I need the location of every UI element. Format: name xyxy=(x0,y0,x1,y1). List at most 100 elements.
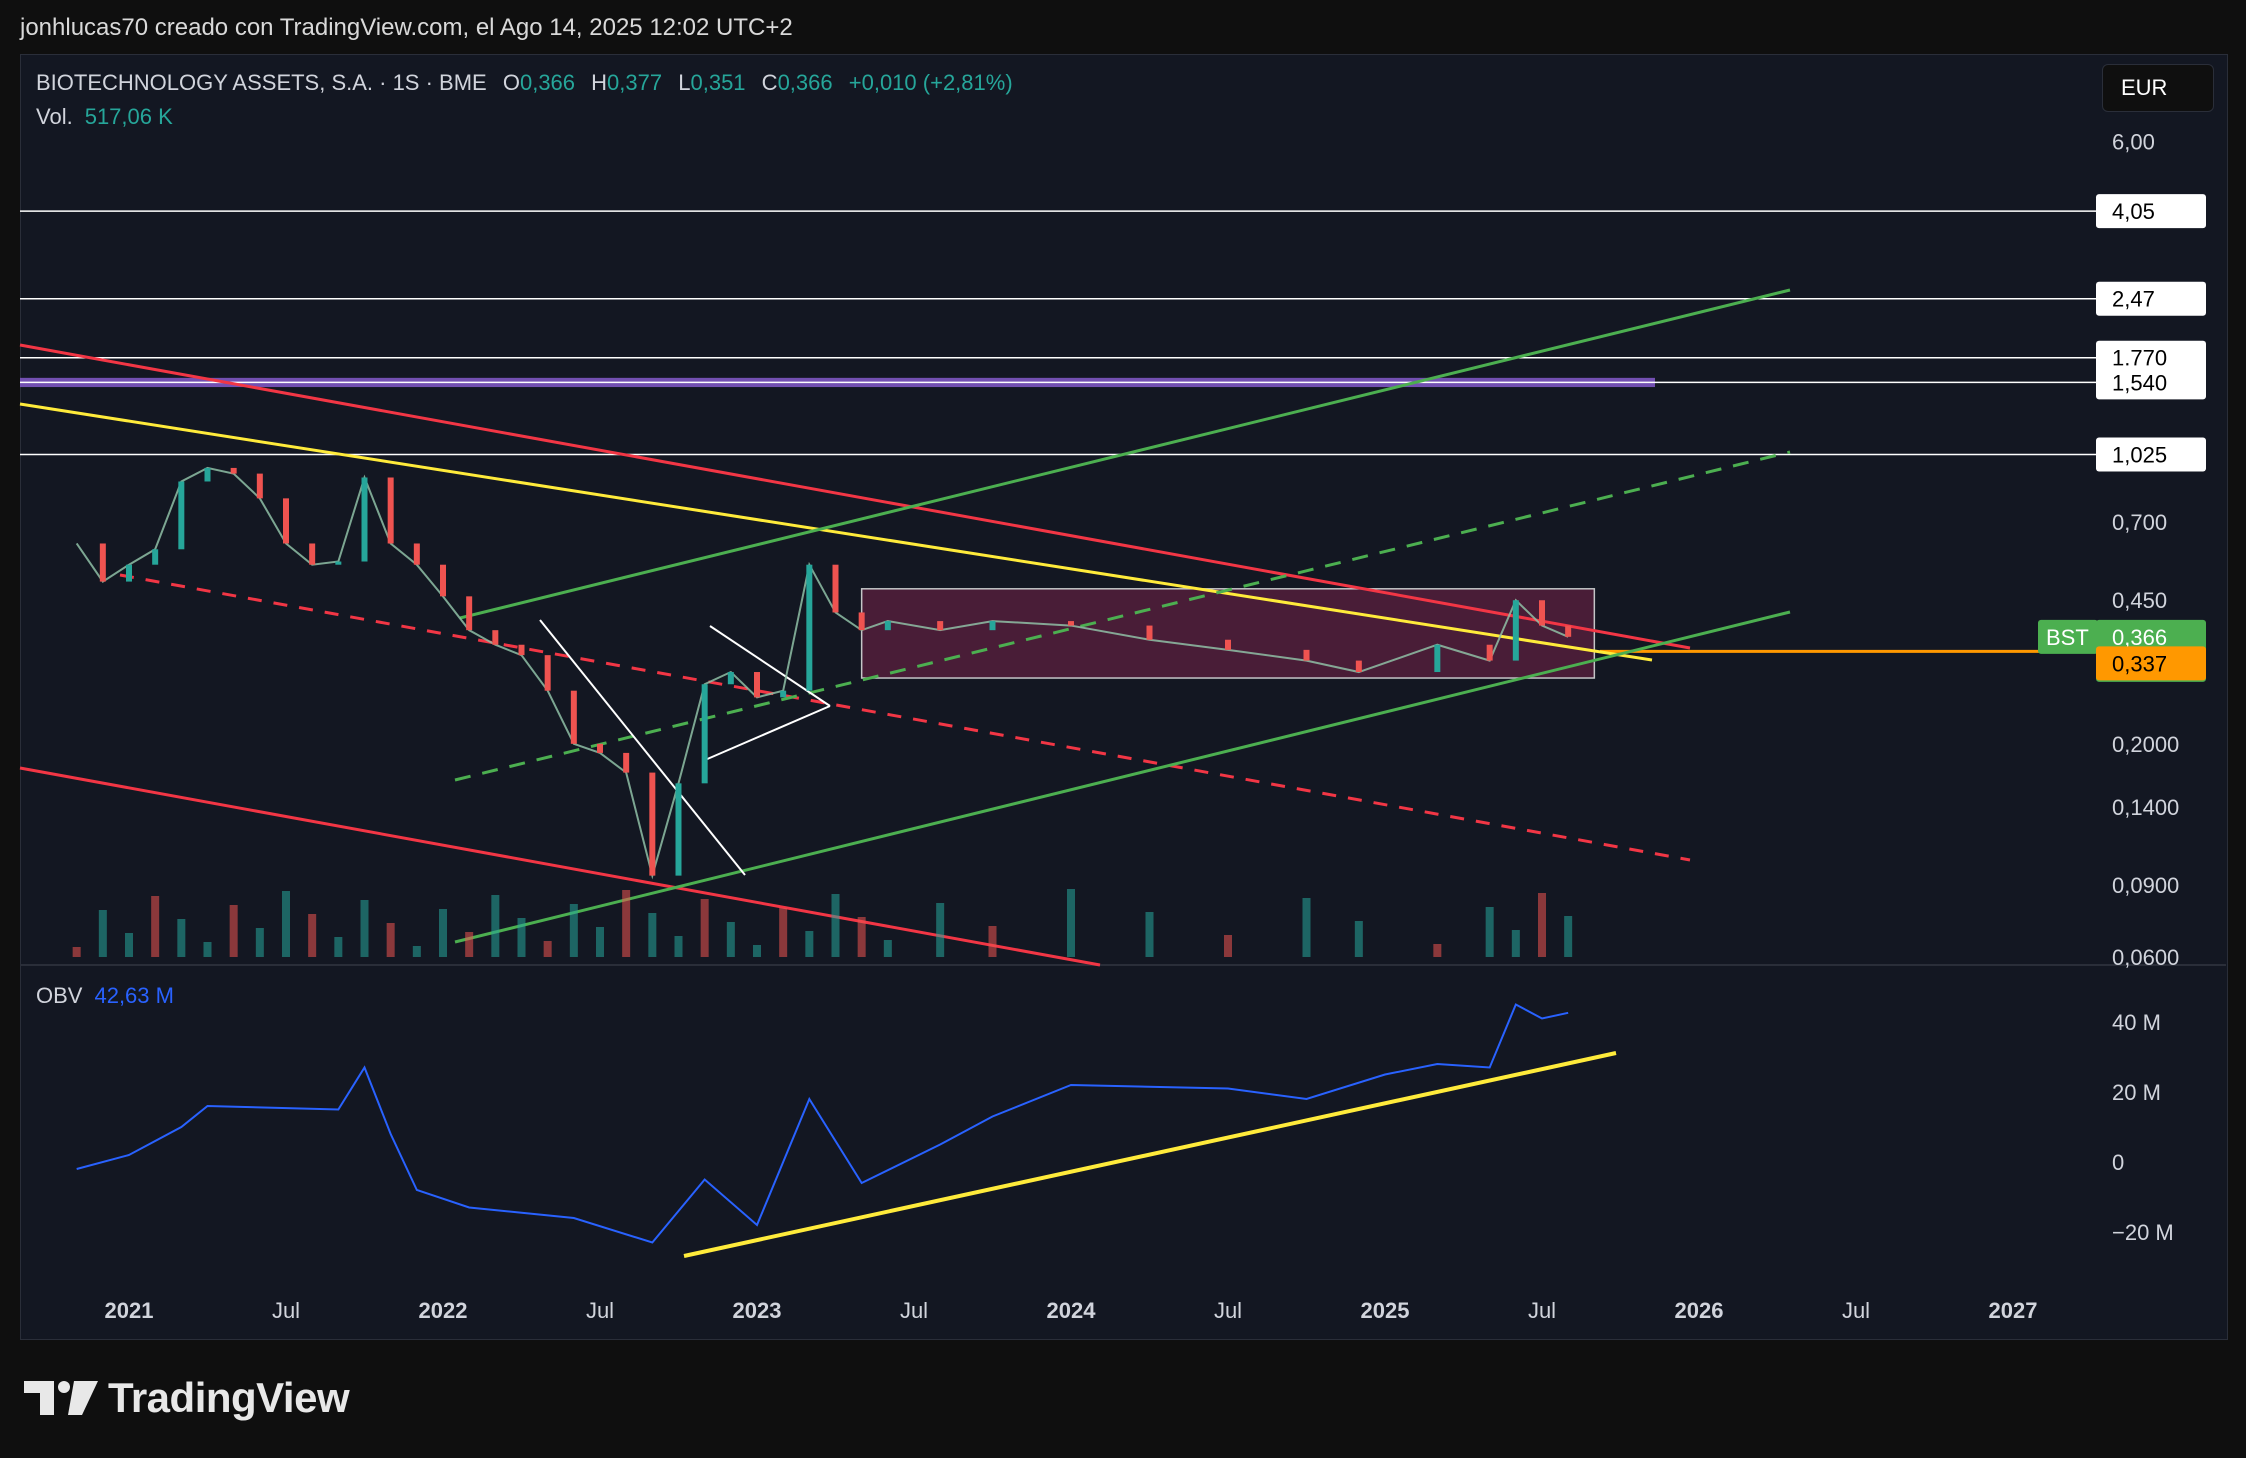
volume-bar xyxy=(674,936,683,957)
obv-trend-line xyxy=(683,1051,1617,1258)
price-tick-label: 0,1400 xyxy=(2112,795,2179,820)
tradingview-logo-icon xyxy=(24,1381,98,1415)
high-value: 0,377 xyxy=(607,70,663,95)
obv-tick-label: 20 M xyxy=(2112,1080,2161,1105)
price-tick-label: 0,450 xyxy=(2112,588,2167,613)
volume-bar xyxy=(1564,916,1573,957)
time-tick-label: 2025 xyxy=(1361,1298,1410,1323)
time-tick-label: Jul xyxy=(272,1298,300,1323)
brand-name: TradingView xyxy=(108,1374,350,1421)
candle xyxy=(1434,644,1441,673)
red-downtrend-line xyxy=(19,343,1691,650)
time-tick-label: Jul xyxy=(1214,1298,1242,1323)
candle xyxy=(1146,625,1153,640)
candle xyxy=(989,621,996,631)
time-tick-label: Jul xyxy=(586,1298,614,1323)
volume-label: Vol. xyxy=(36,104,73,129)
price-tick-label: 1,025 xyxy=(2112,442,2167,467)
candle xyxy=(1539,600,1545,626)
price-chart[interactable]: 6,004,052,471,7701,5401,0250,7000,4500,2… xyxy=(0,0,2246,1458)
price-tick-label: 0,0900 xyxy=(2112,873,2179,898)
obv-line xyxy=(76,1003,1569,1244)
volume-bar xyxy=(151,896,160,957)
close-label: C xyxy=(761,70,778,95)
candle xyxy=(806,564,813,691)
volume-bar xyxy=(1067,889,1075,957)
volume-bar xyxy=(255,928,264,957)
candle xyxy=(387,477,394,544)
volume-bar xyxy=(1354,921,1363,957)
time-tick-label: Jul xyxy=(900,1298,928,1323)
candle xyxy=(335,561,342,565)
candle xyxy=(649,772,656,876)
volume-bar xyxy=(308,914,317,957)
volume-bar xyxy=(1538,893,1546,957)
yellow-downtrend-line xyxy=(19,402,1653,662)
volume-bar xyxy=(883,940,892,957)
volume-bar xyxy=(517,918,526,957)
close-value: 0,366 xyxy=(777,70,833,95)
obv-label: OBV xyxy=(36,983,83,1008)
time-tick-label: 2022 xyxy=(419,1298,468,1323)
price-tick-label: 0,2000 xyxy=(2112,732,2179,757)
obv-tick-label: 40 M xyxy=(2112,1010,2161,1035)
open-label: O xyxy=(502,70,520,95)
volume-bar xyxy=(229,905,238,957)
volume-bar xyxy=(72,947,81,957)
volume-bar xyxy=(1485,907,1494,957)
candle xyxy=(99,543,106,582)
candle xyxy=(937,621,944,631)
volume-legend: Vol. 517,06 K xyxy=(36,104,173,130)
candle xyxy=(1068,621,1074,626)
time-tick-label: Jul xyxy=(1842,1298,1870,1323)
time-tick-label: Jul xyxy=(1528,1298,1556,1323)
candle xyxy=(413,543,420,565)
candle xyxy=(230,467,237,474)
candle xyxy=(570,690,577,744)
candle xyxy=(283,498,289,544)
candle xyxy=(1512,600,1519,661)
volume-bar xyxy=(334,937,343,957)
volume-bar xyxy=(386,923,395,957)
volume-value: 517,06 K xyxy=(84,104,173,129)
volume-bar xyxy=(491,895,500,957)
volume-bar xyxy=(282,891,290,957)
volume-bar xyxy=(648,913,657,957)
candle xyxy=(1565,625,1572,637)
obv-tick-label: 0 xyxy=(2112,1150,2124,1175)
change-value: +0,010 (+2,81%) xyxy=(848,70,1013,95)
volume-bar xyxy=(753,945,761,957)
currency-button[interactable]: EUR xyxy=(2102,64,2214,112)
alert-level-label: 0,337 xyxy=(2112,651,2167,676)
candle xyxy=(832,564,839,613)
price-tick-label: 1,540 xyxy=(2112,370,2167,395)
volume-bar xyxy=(177,919,186,957)
symbol-name: BIOTECHNOLOGY ASSETS, S.A. · 1S · BME xyxy=(36,70,487,95)
low-value: 0,351 xyxy=(690,70,746,95)
candle xyxy=(309,543,316,565)
volume-bar xyxy=(543,941,552,957)
obv-value: 42,63 M xyxy=(94,983,174,1008)
price-tick-label: 0,0600 xyxy=(2112,945,2179,970)
price-tick-label: 2,47 xyxy=(2112,287,2155,312)
candle xyxy=(858,612,865,631)
time-tick-label: 2023 xyxy=(733,1298,782,1323)
high-label: H xyxy=(591,70,608,95)
low-label: L xyxy=(678,70,691,95)
candle xyxy=(701,684,708,784)
time-tick-label: 2027 xyxy=(1989,1298,2038,1323)
volume-bar xyxy=(700,899,709,957)
time-tick-label: 2024 xyxy=(1047,1298,1097,1323)
volume-bar xyxy=(988,926,997,957)
volume-bar xyxy=(412,946,421,957)
candle xyxy=(152,549,159,565)
candle xyxy=(727,672,734,685)
volume-bar xyxy=(1511,930,1520,957)
volume-bar xyxy=(831,894,840,957)
candle xyxy=(466,596,473,631)
price-tick-label: 4,05 xyxy=(2112,199,2155,224)
candle xyxy=(1355,660,1362,673)
open-value: 0,366 xyxy=(519,70,576,95)
candle xyxy=(1225,639,1231,650)
obv-legend: OBV 42,63 M xyxy=(36,983,174,1009)
